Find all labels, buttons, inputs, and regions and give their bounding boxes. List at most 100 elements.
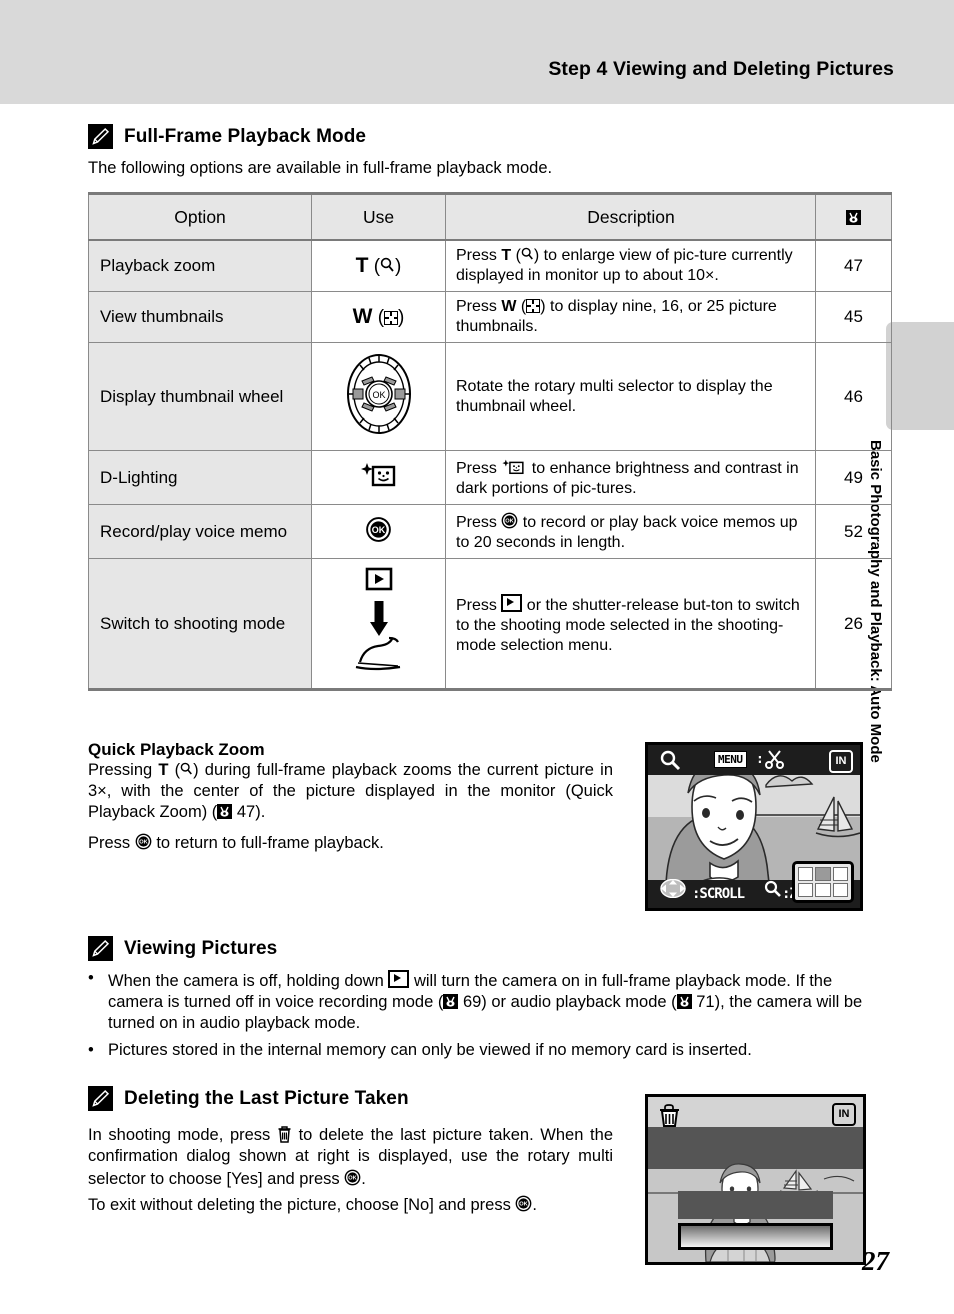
desc-prefix: Press [456,247,502,264]
column-header-use: Use [311,192,446,241]
section-intro-text: The following options are available in f… [88,159,553,177]
row-description-cell: Press W () to display nine, 16, or 25 pi… [445,291,816,343]
page-number: 27 [862,1246,889,1276]
grid-cell [815,883,831,897]
row-use-cell: W () [311,291,446,343]
grid-cell [832,883,848,897]
svg-text:OK: OK [520,1202,529,1208]
row-use-cell [311,558,446,691]
d1-post: . [361,1170,366,1188]
row-page-number: 47 [815,239,892,292]
trash-icon [658,1103,681,1133]
row-description-cell: Press to enhance brightness and contrast… [445,450,816,505]
row-option-label: View thumbnails [88,291,312,343]
row-description-cell: Press or the shutter-release but-ton to … [445,558,816,691]
row-page-number: 26 [815,558,892,691]
b1-ref1: 69) or audio playback mode ( [458,993,677,1011]
table-row: Record/play voice memo OK Press OK to re… [88,504,892,559]
d-lighting-icon [501,459,527,477]
d2-post: . [532,1196,538,1214]
row-use-cell [311,450,446,505]
table-row: D-Lighting Press to enhance brightness a… [88,450,892,505]
d1-pre: In shooting mode, press [88,1126,277,1144]
deleting-paragraph-2: To exit without deleting the picture, ch… [88,1193,613,1216]
paren-close: ) [398,307,405,328]
qz-prefix: Pressing [88,761,159,779]
scissors-icon [764,749,786,776]
desc-prefix: Press [456,460,502,477]
quick-playback-zoom-heading: Quick Playback Zoom [88,740,265,759]
page-reference-icon [217,804,233,819]
section-heading-text: Viewing Pictures [124,937,278,959]
viewing-pictures-bullet-2: • Pictures stored in the internal memory… [88,1040,870,1061]
zoom-position-grid-indicator [792,861,854,903]
viewing-pictures-bullet-1: • When the camera is off, holding down w… [88,968,870,1034]
playback-button-icon [388,970,410,988]
row-page-number: 49 [815,450,892,505]
delete-dialog-message-box [678,1191,833,1219]
internal-memory-badge: IN [832,1103,856,1126]
magnifier-icon [660,750,681,776]
row-option-label: Switch to shooting mode [88,558,312,691]
table-header-row: Option Use Description [88,192,892,241]
page-reference-icon [846,209,861,225]
row-use-cell: T () [311,239,446,292]
grid-cell [832,867,848,881]
camera-monitor-delete-confirmation: IN [645,1094,866,1265]
b1-pre: When the camera is off, holding down [108,972,389,990]
monitor-menu-separator: : [756,752,764,767]
column-header-option: Option [88,192,312,241]
qz-key: T [158,761,169,779]
page-reference-icon [443,994,459,1009]
pencil-note-icon [88,936,113,961]
ok-button-icon: OK [501,512,518,535]
section-heading-full-frame-playback: Full-Frame Playback Mode [88,124,366,149]
playback-button-icon [501,593,523,612]
trash-icon [277,1125,292,1149]
pencil-note-icon [88,1086,113,1111]
d2-pre: To exit without deleting the picture, ch… [88,1196,516,1214]
svg-text:OK: OK [506,519,515,525]
magnifier-icon [764,880,782,903]
tele-zoom-key-label: T [355,254,369,277]
running-header-title: Step 4 Viewing and Deleting Pictures [548,58,894,80]
row-use-cell: OK [311,342,446,451]
page-reference-icon [676,994,692,1009]
row-option-label: Display thumbnail wheel [88,342,312,451]
svg-text:OK: OK [372,525,386,535]
qz-ref: 47). [232,803,266,821]
desc-prefix: Press [456,596,502,614]
row-page-number: 52 [815,504,892,559]
qz2-prefix: Press [88,834,135,852]
magnifier-icon [380,257,395,278]
quick-playback-zoom-paragraph: Pressing T () during full-frame playback… [88,761,613,821]
row-page-number: 45 [815,291,892,343]
bullet-marker: • [88,969,94,987]
paren-close: ) [395,256,402,277]
row-page-number: 46 [815,342,892,451]
bullet-marker: • [88,1041,94,1059]
column-header-page-reference [815,192,892,241]
ok-button-icon: OK [344,1169,361,1192]
thumbnail-grid-icon [384,311,399,325]
section-heading-text: Deleting the Last Picture Taken [124,1087,409,1109]
full-frame-playback-options-table: Option Use Description Playback zoom T (… [88,192,892,691]
multi-selector-arrows-icon [656,878,690,903]
pencil-note-icon [88,124,113,149]
row-option-label: Playback zoom [88,239,312,292]
row-option-label: Record/play voice memo [88,504,312,559]
qz2-rest: to return to full-frame playback. [151,834,384,852]
grid-cell-active [815,867,831,881]
grid-cell [798,883,814,897]
svg-text:OK: OK [348,1176,357,1182]
playback-button-arrow-shutter-icon [348,567,410,679]
svg-text:OK: OK [139,840,148,846]
bullet-1-text: When the camera is off, holding down wil… [88,968,870,1034]
row-description-cell: Press OK to record or play back voice me… [445,504,816,559]
d-lighting-icon [360,463,398,493]
magnifier-icon [180,761,193,782]
desc-key: T [501,247,512,264]
section-heading-text: Full-Frame Playback Mode [124,125,367,147]
magnifier-icon [521,247,534,267]
row-description-cell: Rotate the rotary multi selector to disp… [445,342,816,451]
